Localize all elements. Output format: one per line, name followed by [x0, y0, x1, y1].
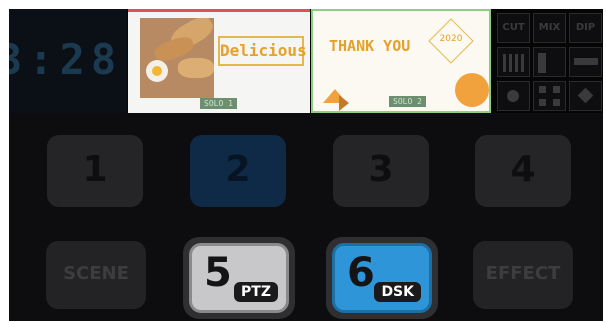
scene-3-label: 3	[368, 149, 394, 190]
thank-you-title: THANK YOU	[329, 37, 411, 55]
scene-thumbnail-thank-you[interactable]: THANK YOU 2020 SOLO 2	[311, 9, 491, 113]
wipe-diamond-button[interactable]	[569, 81, 602, 111]
scene-thumbnail-delicious[interactable]: Delicious SOLO 1	[128, 9, 310, 113]
scene-tag: SOLO 2	[389, 96, 426, 107]
wipe-vertical-button[interactable]	[533, 47, 566, 77]
scene-2-label: 2	[225, 149, 251, 190]
multiview-strip: 3:28 Delicious SOLO 1 THANK YOU 2020 SOL…	[9, 9, 603, 113]
scene-4-button[interactable]: 4	[475, 135, 571, 207]
control-panel: 3:28 Delicious SOLO 1 THANK YOU 2020 SOL…	[9, 9, 603, 321]
wipe-corners-button[interactable]	[533, 81, 566, 111]
ptz-tag: PTZ	[234, 282, 278, 302]
transition-dip-button[interactable]: DIP	[569, 13, 602, 43]
clock-text: 3:28	[9, 35, 123, 84]
ptz-button[interactable]: 5 PTZ	[189, 243, 289, 313]
effect-button[interactable]: EFFECT	[473, 241, 573, 309]
scene-mode-button[interactable]: SCENE	[46, 241, 146, 309]
delicious-banner: Delicious	[218, 36, 307, 66]
transition-grid: CUT MIX DIP	[493, 9, 603, 113]
year-text: 2020	[439, 34, 463, 44]
transition-mix-button[interactable]: MIX	[533, 13, 566, 43]
bread-photo	[140, 18, 214, 98]
ptz-number: 5	[204, 250, 232, 296]
scene-mode-label: SCENE	[63, 263, 129, 284]
dsk-number: 6	[347, 250, 375, 296]
transition-cut-button[interactable]: CUT	[497, 13, 530, 43]
circle-decor-icon	[455, 73, 489, 107]
wipe-circle-button[interactable]	[497, 81, 530, 111]
scene-2-button[interactable]: 2	[190, 135, 286, 207]
scene-tag: SOLO 1	[200, 98, 237, 109]
wipe-bars-button[interactable]	[497, 47, 530, 77]
effect-label: EFFECT	[485, 263, 561, 284]
scene-1-label: 1	[82, 149, 108, 190]
dsk-tag: DSK	[374, 282, 421, 302]
scene-3-button[interactable]: 3	[333, 135, 429, 207]
triangle-icon	[339, 95, 349, 111]
scene-4-label: 4	[510, 149, 536, 190]
dsk-button[interactable]: 6 DSK	[332, 243, 432, 313]
clock-display: 3:28	[9, 9, 127, 113]
wipe-horizontal-button[interactable]	[569, 47, 602, 77]
scene-1-button[interactable]: 1	[47, 135, 143, 207]
